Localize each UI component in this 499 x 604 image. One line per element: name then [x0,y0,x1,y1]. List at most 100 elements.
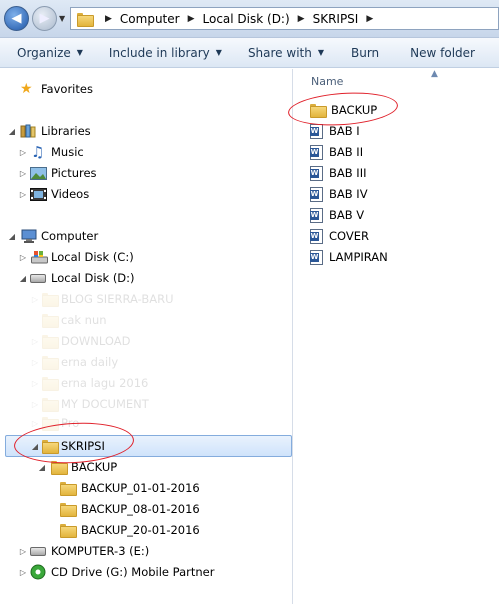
nav-item-pictures[interactable]: ▷ Pictures [0,163,293,183]
history-dropdown-icon[interactable]: ▼ [59,14,65,23]
nav-item-videos[interactable]: ▷ Videos [0,184,293,204]
drive-icon [30,273,46,283]
list-item[interactable]: BAB IV [310,184,368,204]
file-name: BAB I [329,124,360,138]
breadcrumb-local-disk-d[interactable]: Local Disk (D:) [200,8,293,29]
file-name: BAB V [329,208,365,222]
nav-label: DOWNLOAD [61,334,131,348]
address-bar[interactable]: ▶ Computer ▶ Local Disk (D:) ▶ SKRIPSI ▶ [70,7,499,30]
pictures-icon [30,166,47,180]
star-icon: ★ [20,81,33,97]
collapsed-arrow-icon[interactable]: ▷ [18,568,28,577]
share-with-label: Share with [247,45,312,60]
word-document-icon [310,123,323,139]
nav-item-folder[interactable]: ▷ BLOG SIERRA-BARU [0,289,293,309]
nav-item-backup-subfolder[interactable]: BACKUP_01-01-2016 [0,478,293,498]
breadcrumb-label: SKRIPSI [312,11,359,26]
windows-drive-icon [31,250,48,264]
chevron-down-icon: ▼ [215,48,222,57]
nav-label: BACKUP_20-01-2016 [81,523,200,537]
collapsed-arrow-icon[interactable]: ▷ [18,547,28,556]
back-arrow-icon[interactable]: ◀ [4,6,29,31]
nav-item-backup-subfolder[interactable]: BACKUP_20-01-2016 [0,520,293,540]
chevron-right-icon[interactable]: ▶ [100,14,117,24]
nav-item-computer[interactable]: ◢ Computer [0,226,293,246]
nav-label: KOMPUTER-3 (E:) [51,544,150,558]
name-column-header[interactable]: Name [311,75,343,88]
organize-button[interactable]: Organize ▼ [0,38,92,67]
folder-icon [42,398,59,412]
nav-item-folder[interactable]: ▷ DOWNLOAD [0,331,293,351]
nav-item-local-disk-d[interactable]: ◢ Local Disk (D:) [0,268,293,288]
nav-item-favorites[interactable]: ★ Favorites [0,79,293,99]
list-item[interactable]: BAB III [310,163,366,183]
list-item[interactable]: BAB II [310,142,363,162]
new-folder-button[interactable]: New folder [388,38,484,67]
file-name: COVER [329,229,370,243]
nav-label: Favorites [41,82,93,96]
nav-label: erna daily [61,355,119,369]
breadcrumb-skripsi[interactable]: SKRIPSI [310,8,362,29]
word-document-icon [310,207,323,223]
nav-item-folder[interactable]: ▷ erna lagu 2016 [0,373,293,393]
nav-item-komputer-3[interactable]: ▷ KOMPUTER-3 (E:) [0,541,293,561]
folder-icon [42,293,59,307]
nav-item-folder[interactable]: ▷ MY DOCUMENT [0,394,293,414]
music-note-icon: ♫ [31,143,45,161]
nav-item-folder[interactable]: cak nun [0,310,293,330]
breadcrumb-computer[interactable]: Computer [117,8,183,29]
chevron-right-icon[interactable]: ▶ [183,14,200,24]
chevron-down-icon: ▼ [317,48,324,57]
expanded-arrow-icon[interactable]: ◢ [37,463,47,472]
command-toolbar: Organize ▼ Include in library ▼ Share with… [0,38,499,68]
address-bar-region: ◀ ▶ ▼ ▶ Computer ▶ Local Disk (D:) ▶ SKR… [0,0,499,38]
list-item[interactable]: LAMPIRAN [310,247,388,267]
include-in-library-label: Include in library [108,45,210,60]
expanded-arrow-icon[interactable]: ◢ [7,127,17,136]
nav-item-libraries[interactable]: ◢ Libraries [0,121,293,141]
nav-label: erna lagu 2016 [61,376,149,390]
folder-icon [60,482,77,496]
word-document-icon [310,144,323,160]
share-with-button[interactable]: Share with ▼ [231,38,333,67]
new-folder-label: New folder [410,45,475,60]
nav-label: MY DOCUMENT [61,397,149,411]
file-name: LAMPIRAN [329,250,388,264]
nav-item-music[interactable]: ▷ ♫ Music [0,142,293,162]
collapsed-arrow-icon: ▷ [31,399,39,409]
folder-icon [60,524,77,538]
collapsed-arrow-icon: ▷ [31,357,39,367]
expanded-arrow-icon[interactable]: ◢ [18,274,28,283]
collapsed-arrow-icon[interactable]: ▷ [18,148,28,157]
nav-label: Pictures [51,166,97,180]
chevron-right-icon[interactable]: ▶ [361,14,378,24]
list-item[interactable]: BAB V [310,205,364,225]
collapsed-arrow-icon[interactable]: ▷ [18,190,28,199]
nav-item-backup-subfolder[interactable]: BACKUP_08-01-2016 [0,499,293,519]
drive-icon [30,546,46,556]
libraries-icon [20,124,36,138]
file-name: BAB IV [329,187,368,201]
nav-item-cd-drive[interactable]: ▷ CD Drive (G:) Mobile Partner [0,562,293,582]
collapsed-arrow-icon[interactable]: ▷ [18,253,28,262]
nav-item-folder[interactable]: ▷ erna daily [0,352,293,372]
file-name: BAB II [329,145,364,159]
nav-item-local-disk-c[interactable]: ▷ Local Disk (C:) [0,247,293,267]
forward-arrow-icon[interactable]: ▶ [32,6,57,31]
folder-icon [42,377,59,391]
collapsed-arrow-icon[interactable]: ▷ [18,169,28,178]
word-document-icon [310,249,323,265]
film-strip-icon [30,187,47,201]
collapsed-arrow-icon: ▷ [31,294,39,304]
include-in-library-button[interactable]: Include in library ▼ [92,38,231,67]
list-item[interactable]: COVER [310,226,369,246]
chevron-right-icon[interactable]: ▶ [293,14,310,24]
file-list-pane: ▲ Name BACKUP BAB I BAB II BAB III BAB I… [287,69,499,604]
expanded-arrow-icon[interactable]: ◢ [7,232,17,241]
folder-icon [42,356,59,370]
burn-button[interactable]: Burn [333,38,388,67]
annotation-circle [287,89,399,129]
burn-label: Burn [351,45,380,60]
nav-label: CD Drive (G:) Mobile Partner [51,565,215,579]
folder-icon [42,335,59,349]
